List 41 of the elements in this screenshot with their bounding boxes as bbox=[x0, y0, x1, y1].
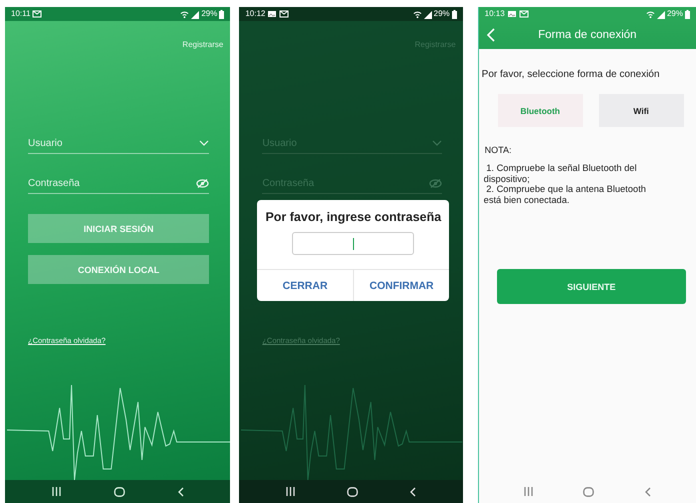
eye-off-icon bbox=[196, 178, 210, 188]
battery-icon bbox=[685, 10, 690, 18]
confirm-button[interactable]: CONFIRMAR bbox=[352, 270, 450, 301]
wifi-icon bbox=[180, 10, 190, 18]
chevron-down-icon bbox=[199, 140, 210, 146]
mail-icon bbox=[32, 9, 42, 19]
battery-percent: 29% bbox=[666, 9, 683, 19]
battery-percent: 29% bbox=[434, 9, 450, 19]
status-time: 10:11 bbox=[11, 9, 30, 19]
prompt-text: Por favor, seleccione forma de conexión bbox=[482, 69, 661, 80]
register-link[interactable]: Registrarse bbox=[182, 40, 224, 50]
login-button[interactable]: INICIAR SESIÓN bbox=[28, 214, 210, 243]
signal-icon bbox=[191, 10, 200, 18]
wifi-icon bbox=[646, 10, 655, 18]
note-title: NOTA: bbox=[484, 145, 512, 155]
header-title: Forma de conexión bbox=[537, 29, 638, 41]
next-button[interactable]: SIGUIENTE bbox=[496, 269, 686, 304]
eye-off-icon bbox=[428, 178, 442, 188]
local-connection-button[interactable]: CONEXIÓN LOCAL bbox=[28, 255, 210, 284]
picture-icon bbox=[267, 9, 278, 19]
status-time: 10:12 bbox=[245, 9, 266, 19]
battery-percent: 29% bbox=[201, 9, 218, 19]
note-text: 2. Compruebe que la antena Bluetooth está bien conectada. bbox=[482, 184, 647, 205]
mail-icon bbox=[518, 9, 529, 19]
mail-icon bbox=[279, 9, 290, 19]
battery-icon bbox=[452, 10, 457, 18]
picture-icon bbox=[506, 9, 517, 19]
signal-icon bbox=[656, 10, 665, 18]
connection-option[interactable]: Bluetooth bbox=[498, 94, 583, 127]
status-time: 10:13 bbox=[484, 9, 505, 19]
battery-icon bbox=[219, 10, 224, 18]
chevron-down-icon bbox=[432, 140, 442, 146]
username-field[interactable]: Usuario bbox=[28, 133, 210, 154]
close-button[interactable]: CERRAR bbox=[257, 270, 353, 301]
password-field[interactable]: Contraseña bbox=[28, 173, 210, 194]
dialog-title: Por favor, ingrese contraseña bbox=[265, 210, 442, 224]
signal-icon bbox=[424, 10, 432, 18]
note-text: 1. Compruebe la señal Bluetooth del dispositivo; bbox=[482, 163, 638, 184]
password-input[interactable] bbox=[292, 232, 414, 255]
wifi-icon bbox=[412, 10, 422, 18]
connection-option[interactable]: Wifi bbox=[598, 94, 684, 127]
